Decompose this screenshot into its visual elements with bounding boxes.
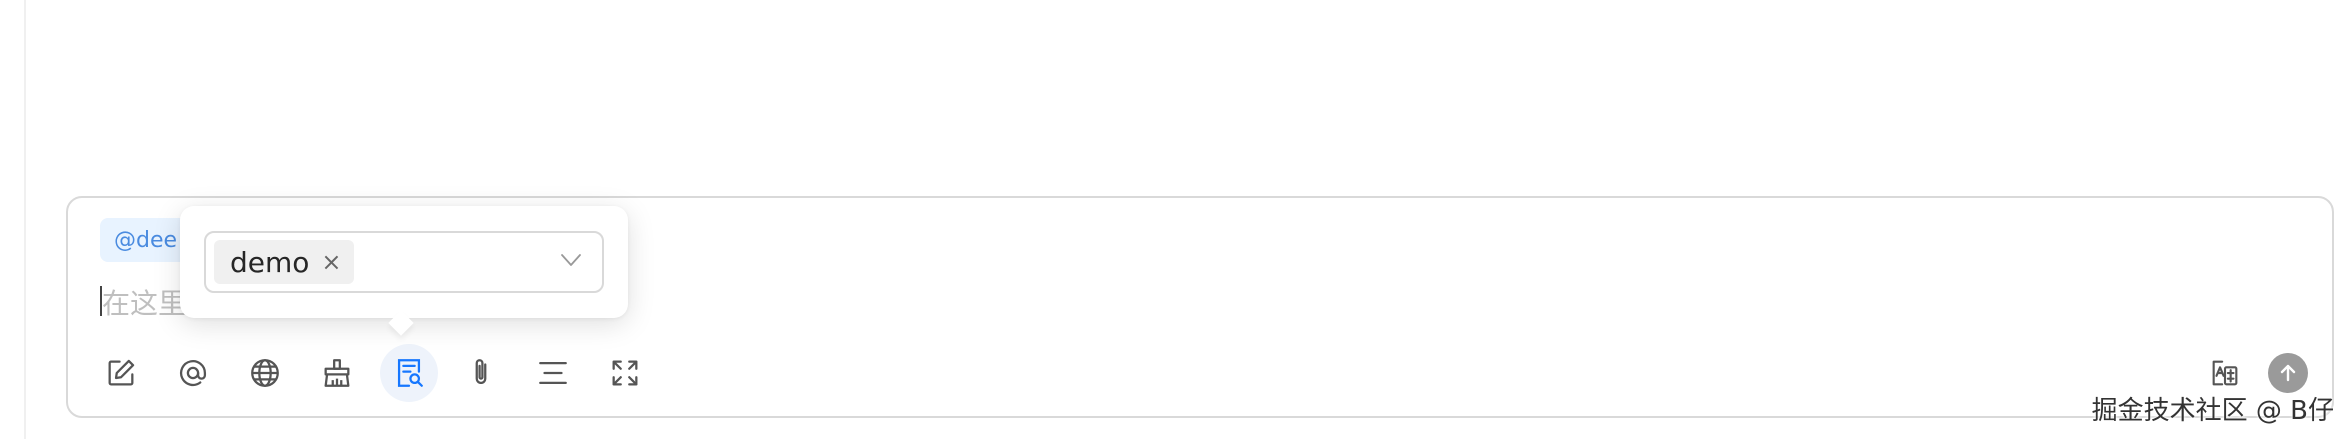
at-icon	[180, 360, 207, 387]
expand-icon	[612, 360, 638, 386]
selected-tag-label: demo	[230, 245, 310, 279]
mention-chip[interactable]: @dee	[100, 218, 192, 262]
send-button[interactable]	[2268, 353, 2308, 393]
web-search-button[interactable]	[236, 344, 294, 402]
mention-chip-label: @dee	[114, 227, 178, 253]
watermark: 掘金技术社区 @ B仔	[2091, 396, 2334, 426]
selected-tag: demo ×	[214, 240, 354, 284]
edit-button[interactable]	[92, 344, 150, 402]
clean-icon	[324, 359, 350, 387]
document-search-button[interactable]	[380, 344, 438, 402]
globe-icon	[251, 359, 279, 387]
edit-icon	[108, 359, 135, 386]
document-search-icon	[397, 359, 423, 387]
knowledge-base-select[interactable]: demo ×	[204, 231, 604, 293]
send-arrow-icon	[2280, 364, 2296, 382]
expand-button[interactable]	[596, 344, 654, 402]
divider-icon	[539, 361, 567, 385]
clear-button[interactable]	[308, 344, 366, 402]
attach-button[interactable]	[452, 344, 510, 402]
mention-button[interactable]	[164, 344, 222, 402]
left-divider	[24, 0, 26, 439]
composer-toolbar	[92, 344, 654, 402]
tag-remove-icon[interactable]: ×	[321, 250, 341, 274]
knowledge-base-popover: demo ×	[180, 206, 628, 336]
chevron-down-icon[interactable]	[560, 253, 582, 267]
translate-icon	[2212, 360, 2238, 386]
attachment-icon	[475, 359, 487, 385]
divider-button[interactable]	[524, 344, 582, 402]
message-input[interactable]: 在这里	[102, 282, 186, 322]
